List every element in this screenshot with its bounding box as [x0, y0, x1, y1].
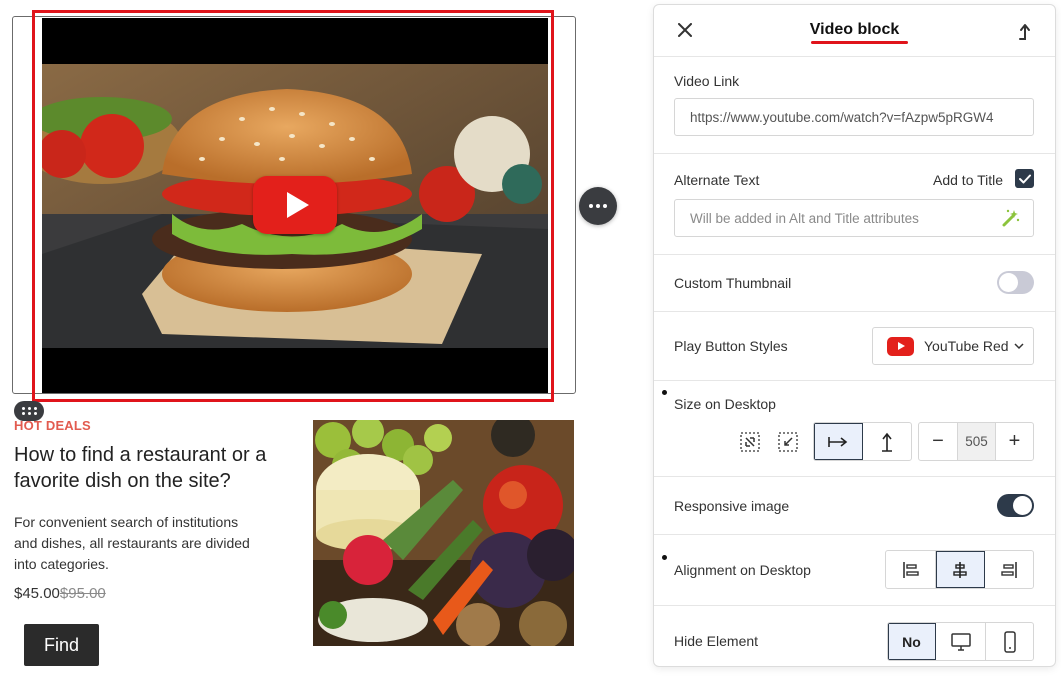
align-right-icon: [1001, 561, 1017, 578]
size-on-desktop-label: Size on Desktop: [674, 396, 776, 412]
play-button-styles-label: Play Button Styles: [674, 338, 788, 354]
responsive-image-toggle[interactable]: [997, 494, 1034, 517]
title-underline: [811, 41, 908, 44]
marker-dot: [662, 390, 667, 395]
play-button-styles-section: Play Button Styles YouTube Red: [654, 312, 1055, 381]
chevron-down-icon: [1014, 343, 1024, 350]
marker-dot: [662, 555, 667, 560]
video-link-label: Video Link: [674, 73, 740, 89]
find-button[interactable]: Find: [24, 624, 99, 666]
alignment-section: Alignment on Desktop: [654, 535, 1055, 606]
height-arrow-icon: [881, 432, 892, 452]
add-to-title-label: Add to Title: [933, 172, 1004, 188]
align-center-button[interactable]: [936, 551, 985, 588]
panel-header: Video block: [654, 5, 1055, 57]
increase-button[interactable]: +: [996, 423, 1033, 460]
size-value[interactable]: 505: [958, 423, 996, 460]
alignment-label: Alignment on Desktop: [674, 562, 811, 578]
youtube-red-icon: [887, 336, 914, 356]
width-mode-button[interactable]: [814, 423, 863, 460]
decrease-button[interactable]: −: [919, 423, 958, 460]
desktop-icon: [950, 632, 971, 651]
post-title: How to find a restaurant or a favorite d…: [14, 444, 267, 492]
alignment-segmented: [885, 550, 1034, 589]
hide-mobile-button[interactable]: [986, 623, 1033, 660]
hide-element-segmented: No: [887, 622, 1034, 661]
custom-thumbnail-section: Custom Thumbnail: [654, 255, 1055, 312]
add-to-title-checkbox[interactable]: [1015, 169, 1034, 188]
price-current: $45.00: [14, 585, 60, 602]
width-arrow-icon: [827, 436, 848, 447]
align-right-button[interactable]: [985, 551, 1033, 588]
video-block-settings-panel: Video block Video Link https://www.youtu…: [653, 4, 1056, 667]
align-left-icon: [902, 561, 919, 578]
custom-thumbnail-toggle[interactable]: [997, 271, 1034, 294]
editor-canvas: HOT DEALS How to find a restaurant or a …: [0, 0, 617, 678]
custom-thumbnail-label: Custom Thumbnail: [674, 275, 792, 291]
alternate-text-section: Alternate Text Add to Title Will be adde…: [654, 154, 1055, 255]
alternate-text-input[interactable]: Will be added in Alt and Title attribute…: [674, 199, 1034, 237]
price: $45.00$95.00: [14, 585, 106, 602]
youtube-play-icon[interactable]: [253, 176, 337, 234]
panel-title: Video block: [809, 21, 900, 38]
height-mode-button[interactable]: [863, 423, 912, 460]
hot-deals-label: HOT DEALS: [14, 418, 91, 433]
video-player[interactable]: [42, 18, 548, 393]
align-left-button[interactable]: [886, 551, 936, 588]
post-description: For convenient search of institutions an…: [14, 514, 250, 572]
size-mode-segmented: [813, 422, 912, 461]
hide-desktop-button[interactable]: [936, 623, 986, 660]
hide-none-button[interactable]: No: [888, 623, 936, 660]
alternate-text-label: Alternate Text: [674, 172, 760, 188]
align-center-icon: [953, 561, 967, 578]
video-link-input[interactable]: https://www.youtube.com/watch?v=fAzpw5pR…: [674, 98, 1034, 136]
price-old: $95.00: [59, 585, 106, 602]
size-stepper: − 505 +: [918, 422, 1034, 461]
magic-wand-icon[interactable]: [999, 207, 1021, 229]
play-button-style-select[interactable]: YouTube Red: [872, 327, 1034, 365]
play-button-style-value: YouTube Red: [924, 338, 1009, 354]
vegetables-image: [313, 420, 574, 646]
hide-element-section: Hide Element No: [654, 606, 1055, 666]
more-options-button[interactable]: [579, 187, 617, 225]
hide-element-label: Hide Element: [674, 633, 759, 649]
responsive-image-label: Responsive image: [674, 498, 790, 514]
video-link-section: Video Link https://www.youtube.com/watch…: [654, 57, 1055, 154]
move-up-icon[interactable]: [1014, 21, 1036, 43]
fit-shrink-icon[interactable]: [777, 431, 799, 453]
size-on-desktop-section: Size on Desktop − 505 +: [654, 381, 1055, 477]
mobile-icon: [1003, 630, 1016, 653]
fit-expand-icon[interactable]: [739, 431, 761, 453]
responsive-image-section: Responsive image: [654, 477, 1055, 535]
